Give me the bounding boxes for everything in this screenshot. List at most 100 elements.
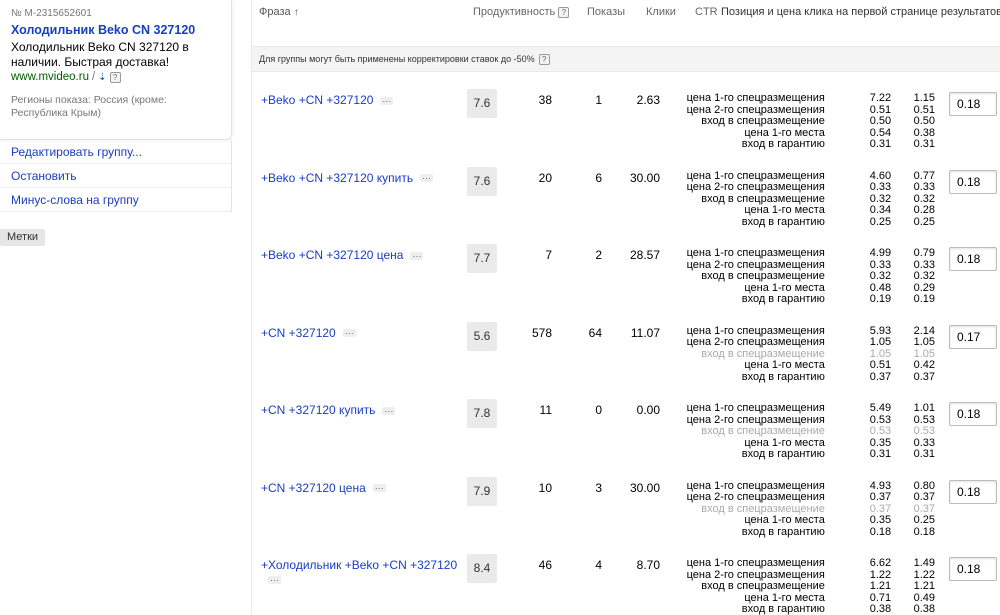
bid-charged-price: 0.33 [913,181,935,194]
stop-group-link[interactable]: Остановить [0,164,231,188]
clicks-value: 4 [595,558,602,572]
phrase-link[interactable]: +Beko +CN +327120 купить [261,171,413,185]
edit-group-link[interactable]: Редактировать группу... [0,140,231,164]
bid-position-price: 4.99 [869,247,892,259]
clicks-value: 6 [595,170,602,185]
help-icon[interactable]: ? [538,53,550,65]
bid-input[interactable] [949,92,997,116]
help-icon[interactable]: ? [109,71,121,83]
bid-input[interactable] [949,479,997,504]
labels-tag[interactable]: Метки [0,229,46,246]
ad-number: № M-2315652601 [11,8,92,19]
bid-line: цена 1-го спецразмещения 5.49 1.01 [662,402,935,415]
phrase-cell: +Beko +CN +327120 купить ··· [261,171,461,185]
bid-input[interactable] [949,169,997,194]
bid-label: цена 2-го спецразмещения [686,336,825,349]
table-row: +Beko +CN +327120 купить ··· 7.6 20 6 30.00 це… [252,150,1000,229]
bid-charged-price: 1.15 [913,92,935,104]
ad-group-page: № M-2315652601 Холодильник Beko CN 32712… [0,0,1000,615]
clicks-value: 1 [595,93,602,107]
shows-value: 46 [538,558,552,572]
phrase-cell: +CN +327120 цена ··· [261,481,461,495]
bid-prices: цена 1-го спецразмещения 4.99 0.79 цена 2-г… [662,247,935,306]
bid-input[interactable] [949,402,997,426]
bid-input[interactable] [949,324,997,349]
column-header-clicks[interactable]: Клики [646,6,676,18]
clicks-value: 3 [595,480,602,495]
more-options-icon[interactable]: ··· [342,329,356,338]
more-options-icon[interactable]: ··· [410,251,424,260]
bid-position-price: 0.38 [869,603,892,615]
column-header-position-label: Позиция и цена клика на первой странице … [721,6,1000,18]
phrase-cell: +Beko +CN +327120 цена ··· [261,248,461,262]
column-header-position: Позиция и цена клика на первой странице … [721,6,1000,18]
bid-label: цена 2-го спецразмещения [686,491,825,504]
more-options-icon[interactable]: ··· [268,575,281,584]
ctr-value: 2.63 [636,93,660,107]
phrase-cell: +Beko +CN +327120 ··· [261,93,461,107]
table-header: Фраза ↑ Продуктивность ? Показы Клики CT… [252,0,1000,46]
phrase-link[interactable]: +Beko +CN +327120 [261,93,373,107]
shows-value: 578 [531,325,552,340]
bid-prices: цена 1-го спецразмещения 7.22 1.15 цена 2-г… [662,92,935,151]
more-options-icon[interactable]: ··· [372,484,386,493]
column-header-phrase[interactable]: Фраза ↑ [259,6,299,18]
arrow-up-icon: ↑ [293,7,299,18]
more-options-icon[interactable]: ··· [382,406,396,415]
clicks-value: 64 [588,325,602,340]
shows-value: 10 [538,480,552,495]
bid-position-price: 1.05 [869,336,892,349]
column-header-productivity[interactable]: Продуктивность ? [473,6,570,18]
bid-line: цена 1-го спецразмещения 6.62 1.49 [662,557,935,570]
bid-prices: цена 1-го спецразмещения 5.49 1.01 цена 2-г… [662,402,935,461]
bid-line: цена 2-го спецразмещения 0.37 0.37 [662,491,935,504]
ad-display-url: www.mvideo.ru / ⇣ ? [11,71,121,83]
column-header-ctr[interactable]: CTR [695,6,718,18]
bid-prices: цена 1-го спецразмещения 4.60 0.77 цена 2-г… [662,170,935,229]
productivity-badge: 7.9 [467,476,497,506]
help-icon[interactable]: ? [558,7,570,18]
table-row: +CN +327120 ··· 5.6 578 64 11.07 цена 1-го спе… [252,305,1000,382]
bid-charged-price: 1.05 [913,336,935,349]
bid-line: цена 2-го спецразмещения 1.05 1.05 [662,336,935,349]
more-options-icon[interactable]: ··· [380,96,394,105]
shows-value: 38 [538,93,552,107]
bid-position-price: 5.49 [869,402,892,414]
shows-value: 20 [538,170,552,185]
bid-position-price: 7.22 [869,92,892,104]
column-header-shows[interactable]: Показы [587,6,625,18]
ctr-value: 28.57 [629,248,660,262]
productivity-badge: 7.8 [467,399,497,428]
bid-input[interactable] [949,557,997,581]
phrase-cell: +Холодильник +Beko +CN +327120 ··· [261,558,461,586]
bid-line: цена 1-го спецразмещения 7.22 1.15 [662,92,935,105]
phrase-link[interactable]: +CN +327120 цена [261,481,366,495]
bid-line: вход в гарантию 0.38 0.38 [662,604,935,615]
ad-title-link[interactable]: Холодильник Beko CN 327120 [11,23,195,37]
ad-url-text[interactable]: www.mvideo.ru [11,71,89,83]
bid-charged-price: 1.49 [913,557,935,569]
negative-keywords-link[interactable]: Минус-слова на группу [0,188,231,212]
column-header-productivity-label: Продуктивность [473,6,556,18]
phrase-link[interactable]: +CN +327120 [261,326,336,340]
phrase-link[interactable]: +Холодильник +Beko +CN +327120 [261,558,457,572]
more-options-icon[interactable]: ··· [420,174,434,183]
download-arrow-icon[interactable]: ⇣ [98,72,106,83]
productivity-badge: 7.7 [467,244,497,273]
bid-charged-price: 0.37 [913,491,935,504]
bid-label: цена 1-го спецразмещения [686,247,825,259]
group-action-menu: Редактировать группу... Остановить Минус… [0,140,232,212]
productivity-badge: 7.6 [467,89,497,118]
table-row: +Холодильник +Beko +CN +327120 ··· 8.4 46 4 8… [252,537,1000,615]
bid-position-price: 0.33 [869,181,892,194]
ctr-value: 11.07 [630,325,660,340]
ctr-value: 8.70 [636,558,660,572]
column-header-phrase-label: Фраза [259,6,291,18]
bid-input[interactable] [949,247,997,271]
ad-preview-card: № M-2315652601 Холодильник Beko CN 32712… [0,0,232,140]
phrase-link[interactable]: +CN +327120 купить [261,403,375,417]
phrase-cell: +CN +327120 купить ··· [261,403,461,417]
phrase-link[interactable]: +Beko +CN +327120 цена [261,248,403,262]
bid-label: цена 1-го спецразмещения [686,557,825,569]
productivity-badge: 8.4 [467,554,497,583]
